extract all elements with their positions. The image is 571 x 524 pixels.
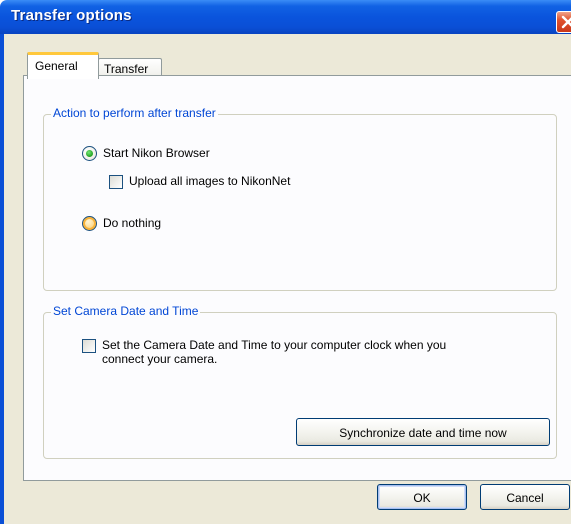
close-button[interactable] xyxy=(556,11,571,33)
transfer-options-dialog: Transfer options General Transfer Action… xyxy=(0,0,571,524)
synchronize-now-button[interactable]: Synchronize date and time now xyxy=(296,418,550,446)
do-nothing-radio[interactable]: Do nothing xyxy=(82,215,222,233)
window-title: Transfer options xyxy=(11,7,132,24)
cancel-button[interactable]: Cancel xyxy=(480,484,570,510)
camera-date-time-group: Set Camera Date and Time Set the Camera … xyxy=(43,304,557,459)
checkbox-icon xyxy=(109,175,123,189)
camera-date-time-group-title: Set Camera Date and Time xyxy=(51,304,201,318)
after-transfer-group-title: Action to perform after transfer xyxy=(51,106,218,120)
ok-button[interactable]: OK xyxy=(377,484,467,510)
close-icon xyxy=(561,15,571,29)
dialog-client-area: General Transfer Action to perform after… xyxy=(4,34,571,524)
title-bar[interactable]: Transfer options xyxy=(0,0,571,34)
do-nothing-label: Do nothing xyxy=(103,216,162,230)
upload-nikonnet-label: Upload all images to NikonNet xyxy=(129,174,291,188)
set-camera-time-label-line2: connect your camera. xyxy=(102,352,218,366)
set-camera-time-label-line1: Set the Camera Date and Time to your com… xyxy=(102,338,447,352)
start-nikon-browser-radio[interactable]: Start Nikon Browser xyxy=(82,145,282,163)
tab-general[interactable]: General xyxy=(27,52,99,79)
set-camera-time-checkbox[interactable]: Set the Camera Date and Time to your com… xyxy=(82,336,522,372)
tab-general-label: General xyxy=(35,59,78,73)
after-transfer-group: Action to perform after transfer Start N… xyxy=(43,106,557,291)
start-nikon-browser-label: Start Nikon Browser xyxy=(103,146,210,160)
upload-nikonnet-checkbox[interactable]: Upload all images to NikonNet xyxy=(109,173,369,191)
tab-transfer-label: Transfer xyxy=(104,62,149,76)
radio-selected-icon xyxy=(82,146,97,161)
general-tab-panel: Action to perform after transfer Start N… xyxy=(23,75,571,481)
radio-unselected-icon xyxy=(82,216,97,231)
checkbox-icon xyxy=(82,339,96,353)
